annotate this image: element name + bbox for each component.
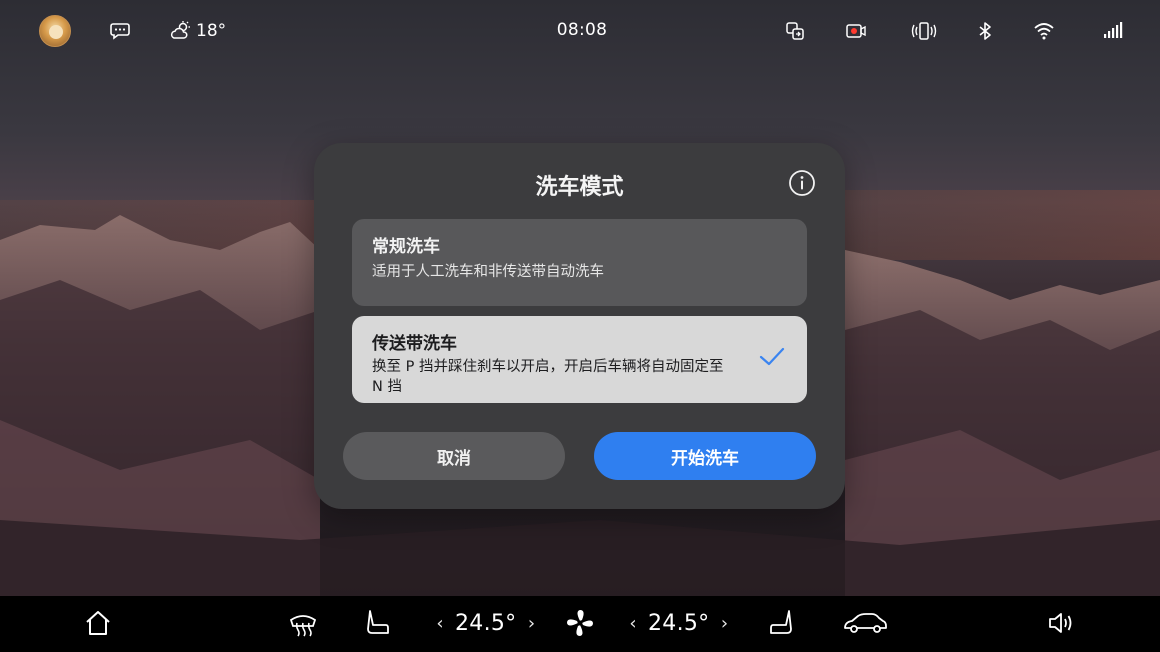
- right-temp-increase-button[interactable]: ›: [717, 613, 731, 634]
- option-description: 换至 P 挡并踩住刹车以开启，开启后车辆将自动固定至 N 挡: [372, 359, 724, 395]
- car-icon[interactable]: [842, 608, 888, 638]
- status-bar: 18° 08:08: [0, 0, 1160, 62]
- dialog-title: 洗车模式: [535, 175, 624, 200]
- start-wash-button[interactable]: 开始洗车: [594, 432, 816, 480]
- left-temperature-control: ‹ 24.5° ›: [433, 608, 538, 638]
- right-temperature-value: 24.5°: [648, 610, 710, 636]
- weather-temperature: 18°: [196, 21, 227, 41]
- left-temperature-value: 24.5°: [455, 610, 517, 636]
- left-temp-decrease-button[interactable]: ‹: [433, 613, 447, 634]
- signal-icon: [1104, 22, 1123, 38]
- dashcam-recording-icon[interactable]: [845, 20, 867, 42]
- volume-icon[interactable]: [1046, 608, 1076, 638]
- bottom-dock: ‹ 24.5° › ‹ 24.5° ›: [0, 596, 1160, 652]
- cancel-button[interactable]: 取消: [343, 432, 565, 480]
- right-temperature-control: ‹ 24.5° ›: [626, 608, 731, 638]
- fan-icon[interactable]: [565, 608, 595, 638]
- right-temp-decrease-button[interactable]: ‹: [626, 613, 640, 634]
- user-avatar[interactable]: [39, 15, 71, 47]
- left-temp-increase-button[interactable]: ›: [524, 613, 538, 634]
- rear-defrost-icon[interactable]: [288, 608, 318, 638]
- partly-cloudy-icon: [170, 21, 190, 39]
- option-description: 适用于人工洗车和非传送带自动洗车: [372, 264, 604, 280]
- weather-widget[interactable]: 18°: [170, 14, 226, 48]
- chat-bubble-icon[interactable]: [109, 20, 131, 42]
- home-icon[interactable]: [83, 608, 113, 638]
- clock: 08:08: [556, 20, 608, 40]
- option-title: 常规洗车: [372, 237, 440, 257]
- wifi-icon[interactable]: [1033, 20, 1055, 42]
- seat-heat-right-icon[interactable]: [767, 608, 797, 638]
- car-wash-mode-dialog: 洗车模式 常规洗车 适用于人工洗车和非传送带自动洗车 传送带洗车 换至 P 挡并…: [314, 143, 845, 509]
- seat-heat-left-icon[interactable]: [362, 608, 392, 638]
- screen-mirror-icon[interactable]: [784, 20, 806, 42]
- option-regular-wash[interactable]: 常规洗车 适用于人工洗车和非传送带自动洗车: [352, 219, 807, 306]
- bluetooth-icon[interactable]: [974, 20, 996, 42]
- vibrate-icon[interactable]: [911, 20, 937, 42]
- option-conveyor-wash[interactable]: 传送带洗车 换至 P 挡并踩住刹车以开启，开启后车辆将自动固定至 N 挡: [352, 316, 807, 403]
- checkmark-icon: [759, 347, 785, 366]
- info-icon[interactable]: [787, 168, 817, 198]
- option-title: 传送带洗车: [372, 334, 457, 354]
